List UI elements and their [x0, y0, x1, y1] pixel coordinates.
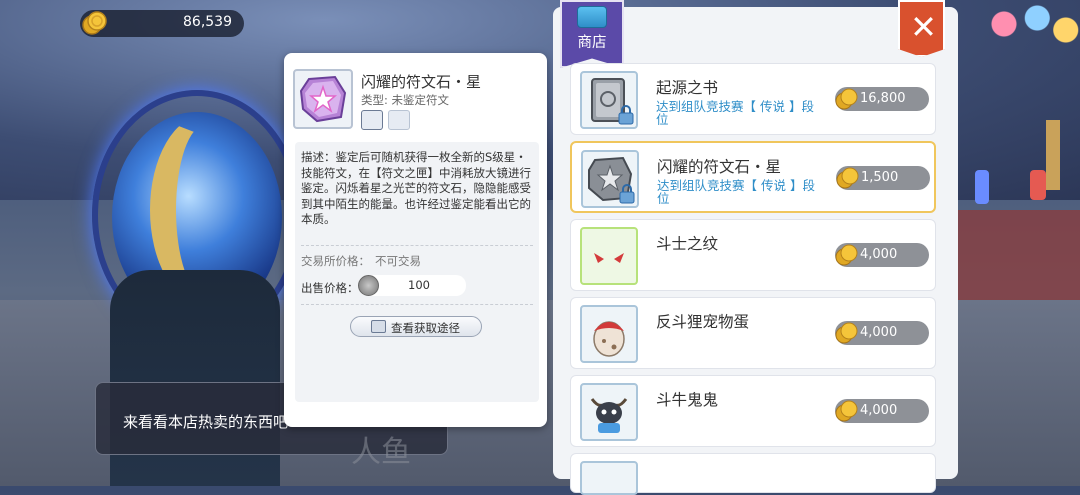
red-carpet: [955, 210, 1080, 300]
item-thumb: [580, 305, 638, 363]
npc-figure: [975, 170, 989, 204]
item-thumb: [580, 461, 638, 495]
currency-amount: 86,539: [183, 14, 232, 30]
pet-egg-icon: [593, 321, 625, 357]
unlock-condition: 达到组队竞技赛【 传说 】段位: [656, 99, 814, 127]
sell-price-label: 出售价格：: [301, 281, 359, 295]
item-thumb: [581, 150, 639, 208]
coin-icon: [82, 11, 107, 35]
lock-icon: [618, 105, 634, 125]
shop-item-row[interactable]: 反斗狸宠物蛋 4,000: [570, 297, 936, 369]
npc-figure: [1030, 170, 1046, 200]
item-title: 闪耀的符文石・星: [361, 73, 482, 91]
price-value: 1,500: [861, 170, 899, 185]
divider: [301, 304, 533, 305]
item-type-label: 类型:: [361, 93, 388, 107]
item-icon-frame: [293, 69, 353, 129]
coin-icon: [835, 88, 858, 110]
search-doc-icon: [371, 320, 386, 333]
price-value: 16,800: [860, 91, 906, 106]
item-detail-panel: 闪耀的符文石・星 类型: 未鉴定符文 描述：鉴定后可随机获得一枚全新的S级星・技…: [284, 53, 547, 427]
fighter-pattern-icon: [594, 253, 624, 263]
divider: [301, 245, 533, 246]
coin-icon: [835, 322, 858, 344]
coin-icon: [836, 167, 859, 189]
unlock-condition: 达到组队竞技赛【 传说 】段位: [657, 178, 815, 206]
item-thumb: [580, 227, 638, 285]
silver-coin-icon: [358, 275, 379, 296]
sell-price-value: 100: [408, 278, 430, 292]
shop-item-row[interactable]: 起源之书 达到组队竞技赛【 传说 】段位 16,800: [570, 63, 936, 135]
price-tag[interactable]: 4,000: [835, 321, 929, 345]
close-icon: ✕: [910, 8, 937, 46]
shop-item-row-partial[interactable]: [570, 453, 936, 495]
coin-icon: [835, 400, 858, 422]
trade-price-label: 交易所价格：: [301, 254, 370, 268]
item-thumb: [580, 383, 638, 441]
identify-icon[interactable]: [361, 110, 383, 130]
item-detail-body: 描述：鉴定后可随机获得一枚全新的S级星・技能符文，在【符文之匣】中消耗放大镜进行…: [295, 142, 539, 402]
price-tag[interactable]: 16,800: [835, 87, 929, 111]
shop-item-row[interactable]: 斗牛鬼鬼 4,000: [570, 375, 936, 447]
price-tag[interactable]: 4,000: [835, 243, 929, 267]
item-thumb: [580, 71, 638, 129]
trade-price-value: 不可交易: [375, 254, 421, 268]
item-name: 反斗狸宠物蛋: [656, 313, 750, 331]
sell-price-box: 100: [358, 275, 466, 296]
item-type: 类型: 未鉴定符文: [361, 92, 449, 108]
shop-tab[interactable]: 商店: [560, 0, 624, 68]
view-source-label: 查看获取途径: [391, 321, 460, 335]
item-type-value: 未鉴定符文: [391, 93, 450, 107]
price-tag[interactable]: 1,500: [836, 166, 930, 190]
item-description: 描述：鉴定后可随机获得一枚全新的S级星・技能符文，在【符文之匣】中消耗放大镜进行…: [301, 150, 531, 226]
treasure-chest-icon: [577, 6, 607, 28]
price-value: 4,000: [860, 247, 898, 262]
shop-item-row-selected[interactable]: 闪耀的符文石・星 达到组队竞技赛【 传说 】段位 1,500: [570, 141, 936, 213]
shop-title: 商店: [577, 35, 607, 51]
coin-icon: [835, 244, 858, 266]
street-lamp: [1046, 120, 1060, 190]
card-icon[interactable]: [388, 110, 410, 130]
npc-name: 人鱼: [351, 435, 411, 470]
close-button[interactable]: ✕: [898, 0, 945, 57]
item-name: 斗牛鬼鬼: [656, 391, 719, 409]
item-name: 斗士之纹: [656, 235, 719, 253]
shop-item-row[interactable]: 斗士之纹 4,000: [570, 219, 936, 291]
currency-bar: 86,539: [80, 10, 244, 37]
bull-ghost-icon: [590, 398, 628, 433]
dialog-text: 来看看本店热卖的东西吧: [123, 413, 289, 431]
price-value: 4,000: [860, 325, 898, 340]
item-name: 起源之书: [656, 79, 719, 97]
view-source-button[interactable]: 查看获取途径: [350, 316, 482, 337]
rune-stone-icon: [299, 75, 347, 123]
item-name: 闪耀的符文石・星: [657, 158, 782, 176]
price-tag[interactable]: 4,000: [835, 399, 929, 423]
price-value: 4,000: [860, 403, 898, 418]
balloons-decoration: [985, 0, 1080, 60]
lock-icon: [619, 184, 635, 204]
